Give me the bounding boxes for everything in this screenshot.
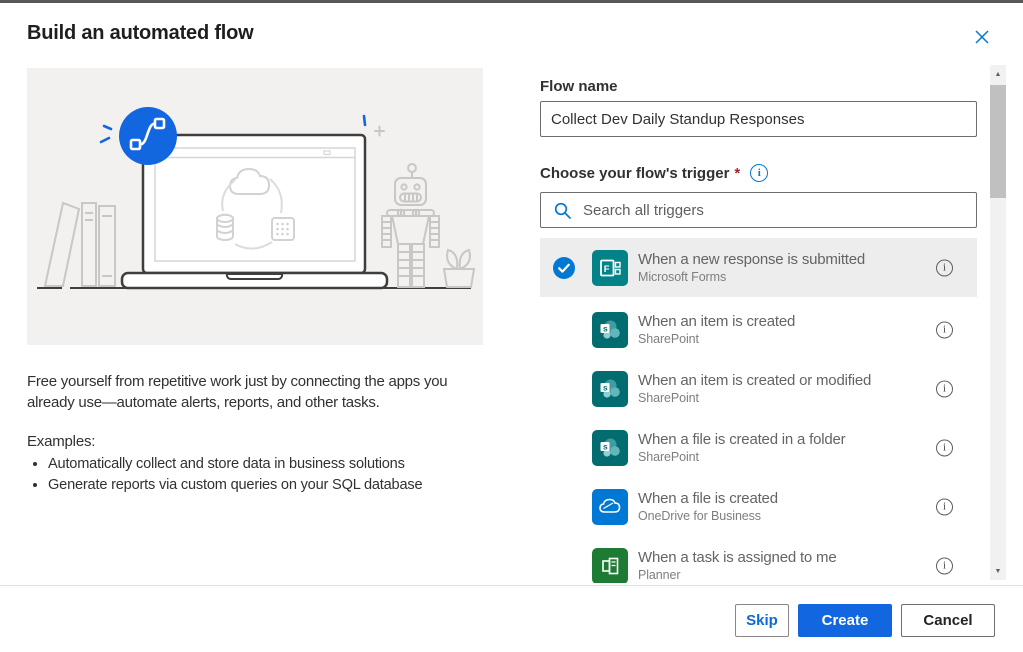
sharepoint-icon: s: [592, 370, 628, 407]
scrollbar[interactable]: ▲ ▼: [990, 65, 1006, 580]
info-icon[interactable]: i: [936, 259, 953, 276]
trigger-title: When a new response is submitted: [638, 250, 866, 268]
info-icon[interactable]: i: [936, 439, 953, 456]
flow-name-label: Flow name: [540, 78, 618, 95]
dialog-description: Free yourself from repetitive work just …: [27, 373, 448, 411]
trigger-label: Choose your flow's trigger: [540, 164, 730, 182]
create-button[interactable]: Create: [798, 604, 892, 637]
example-item: Automatically collect and store data in …: [48, 454, 485, 475]
flow-name-input[interactable]: [540, 101, 977, 137]
trigger-service: OneDrive for Business: [638, 508, 761, 523]
scroll-up-icon[interactable]: ▲: [990, 66, 1006, 82]
example-item: Generate reports via custom queries on y…: [48, 475, 485, 496]
window-top-edge: [0, 0, 1023, 3]
trigger-title: When an item is created or modified: [638, 371, 872, 389]
trigger-label-row: Choose your flow's trigger * i: [540, 164, 769, 182]
close-icon[interactable]: [974, 29, 990, 45]
info-icon[interactable]: i: [936, 498, 953, 515]
trigger-title: When a file is created: [638, 489, 778, 507]
search-icon: [554, 202, 571, 219]
cancel-button[interactable]: Cancel: [901, 604, 995, 637]
trigger-service: SharePoint: [638, 331, 699, 346]
svg-text:s: s: [603, 323, 608, 333]
planner-icon: [592, 547, 628, 583]
trigger-row[interactable]: s When a file is created in a folder Share…: [540, 421, 977, 474]
scrollbar-thumb[interactable]: [990, 85, 1006, 198]
info-icon[interactable]: i: [936, 380, 953, 397]
trigger-search-box[interactable]: [540, 192, 977, 228]
flow-illustration: [27, 68, 483, 345]
search-input[interactable]: [581, 200, 968, 220]
svg-text:s: s: [603, 441, 608, 451]
svg-text:s: s: [603, 382, 608, 392]
required-marker: *: [734, 164, 741, 182]
info-icon[interactable]: i: [936, 557, 953, 574]
trigger-row[interactable]: F When a new response is submitted Microso…: [540, 238, 977, 297]
footer-buttons: Skip Create Cancel: [735, 604, 995, 637]
trigger-title: When a task is assigned to me: [638, 548, 837, 566]
trigger-service: Planner: [638, 567, 681, 582]
sharepoint-icon: s: [592, 311, 628, 348]
trigger-title: When an item is created: [638, 312, 796, 330]
trigger-list: F When a new response is submitted Microso…: [540, 238, 977, 583]
onedrive-icon: [592, 488, 628, 525]
left-panel: Free yourself from repetitive work just …: [27, 68, 485, 496]
selected-check-icon: [553, 256, 575, 279]
svg-text:F: F: [604, 263, 610, 274]
trigger-service: Microsoft Forms: [638, 269, 727, 284]
trigger-row[interactable]: s When an item is created or modified Shar…: [540, 362, 977, 415]
trigger-info-icon[interactable]: i: [750, 164, 769, 182]
dialog-title: Build an automated flow: [27, 22, 254, 44]
examples-label: Examples:: [27, 433, 96, 450]
trigger-row[interactable]: When a file is created OneDrive for Busin…: [540, 480, 977, 533]
skip-button[interactable]: Skip: [735, 604, 789, 637]
scroll-down-icon[interactable]: ▼: [990, 563, 1006, 579]
trigger-row[interactable]: When a task is assigned to me Planner i: [540, 539, 977, 583]
trigger-title: When a file is created in a folder: [638, 430, 846, 448]
trigger-service: SharePoint: [638, 390, 699, 405]
trigger-service: SharePoint: [638, 449, 699, 464]
sharepoint-icon: s: [592, 429, 628, 466]
footer-divider: [0, 585, 1023, 586]
microsoft-forms-icon: F: [592, 249, 628, 286]
trigger-row[interactable]: s When an item is created SharePoint i: [540, 303, 977, 356]
examples-list: Automatically collect and store data in …: [27, 454, 485, 496]
flow-settings-panel: Flow name Choose your flow's trigger * i…: [540, 70, 977, 583]
info-icon[interactable]: i: [936, 321, 953, 338]
